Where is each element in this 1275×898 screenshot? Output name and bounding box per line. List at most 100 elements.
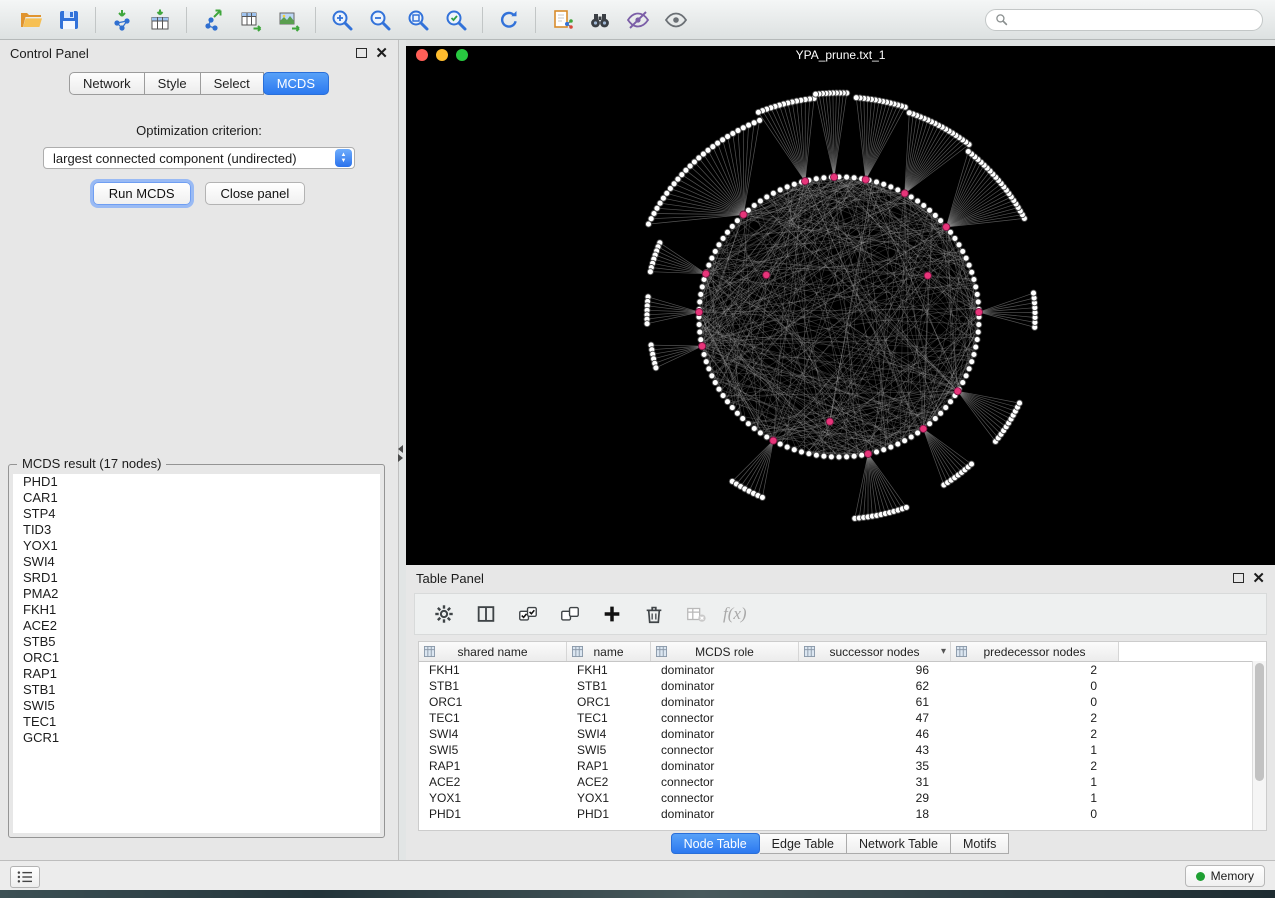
mcds-result-item[interactable]: TEC1 — [13, 714, 380, 730]
zoom-out-icon[interactable] — [361, 5, 399, 35]
dropdown-stepper-icon: ▲▼ — [335, 149, 352, 167]
table-row[interactable]: PHD1PHD1dominator180 — [419, 806, 1266, 822]
tab-network-table[interactable]: Network Table — [847, 833, 951, 854]
float-panel-icon[interactable] — [1233, 573, 1244, 583]
mcds-result-item[interactable]: STB5 — [13, 634, 380, 650]
tab-edge-table[interactable]: Edge Table — [760, 833, 847, 854]
tab-network[interactable]: Network — [69, 72, 145, 95]
zoom-fit-icon[interactable] — [399, 5, 437, 35]
mcds-result-item[interactable]: STP4 — [13, 506, 380, 522]
import-table-icon[interactable] — [141, 5, 179, 35]
select-all-icon[interactable] — [513, 600, 543, 628]
node-table-body: FKH1FKH1dominator962STB1STB1dominator620… — [419, 662, 1266, 822]
mcds-result-item[interactable]: YOX1 — [13, 538, 380, 554]
table-cell: 2 — [951, 759, 1119, 773]
mcds-result-list[interactable]: PHD1CAR1STP4TID3YOX1SWI4SRD1PMA2FKH1ACE2… — [13, 474, 380, 833]
table-row[interactable]: TEC1TEC1connector472 — [419, 710, 1266, 726]
memory-label: Memory — [1211, 869, 1254, 883]
mcds-result-item[interactable]: SWI5 — [13, 698, 380, 714]
close-panel-icon[interactable]: ✕ — [1252, 571, 1265, 586]
table-row[interactable]: STB1STB1dominator620 — [419, 678, 1266, 694]
column-header-MCDS-role[interactable]: MCDS role — [651, 642, 799, 661]
toolbar-separator — [315, 7, 316, 33]
close-panel-button[interactable]: Close panel — [205, 182, 306, 205]
table-cell: 31 — [799, 775, 951, 789]
clone-network-icon[interactable] — [543, 5, 581, 35]
table-row[interactable]: FKH1FKH1dominator962 — [419, 662, 1266, 678]
table-cell: TEC1 — [567, 711, 651, 725]
delete-icon[interactable] — [639, 600, 669, 628]
mcds-result-item[interactable]: RAP1 — [13, 666, 380, 682]
mcds-result-item[interactable]: FKH1 — [13, 602, 380, 618]
mcds-result-item[interactable]: SRD1 — [13, 570, 380, 586]
table-row[interactable]: SWI5SWI5connector431 — [419, 742, 1266, 758]
save-icon[interactable] — [50, 5, 88, 35]
control-panel-title: Control Panel — [10, 46, 89, 61]
find-icon[interactable] — [581, 5, 619, 35]
run-mcds-button[interactable]: Run MCDS — [93, 182, 191, 205]
mcds-result-item[interactable]: TID3 — [13, 522, 380, 538]
deselect-all-icon[interactable] — [555, 600, 585, 628]
export-image-icon[interactable] — [270, 5, 308, 35]
table-row[interactable]: SWI4SWI4dominator462 — [419, 726, 1266, 742]
table-cell: FKH1 — [419, 663, 567, 677]
table-cell: dominator — [651, 679, 799, 693]
zoom-in-icon[interactable] — [323, 5, 361, 35]
show-columns-icon[interactable] — [471, 600, 501, 628]
mcds-result-item[interactable]: CAR1 — [13, 490, 380, 506]
table-cell: connector — [651, 711, 799, 725]
add-icon[interactable] — [597, 600, 627, 628]
tab-motifs[interactable]: Motifs — [951, 833, 1009, 854]
mcds-result-item[interactable]: ACE2 — [13, 618, 380, 634]
table-cell: connector — [651, 775, 799, 789]
panel-resize-handle[interactable] — [398, 444, 407, 464]
apply-layout-icon[interactable] — [490, 5, 528, 35]
search-icon — [995, 13, 1008, 26]
network-canvas[interactable] — [406, 64, 1275, 565]
window-zoom-button[interactable] — [456, 49, 468, 61]
panel-menu-button[interactable] — [10, 866, 40, 888]
mcds-result-item[interactable]: STB1 — [13, 682, 380, 698]
window-close-button[interactable] — [416, 49, 428, 61]
import-network-icon[interactable] — [103, 5, 141, 35]
tab-style[interactable]: Style — [145, 72, 201, 95]
tab-mcds[interactable]: MCDS — [263, 72, 329, 95]
column-header-successor-nodes[interactable]: successor nodes▾ — [799, 642, 951, 661]
scrollbar-thumb[interactable] — [1255, 663, 1264, 781]
zoom-selected-icon[interactable] — [437, 5, 475, 35]
mcds-buttons: Run MCDS Close panel — [0, 182, 398, 205]
show-graphics-icon[interactable] — [657, 5, 695, 35]
mcds-result-item[interactable]: ORC1 — [13, 650, 380, 666]
table-row[interactable]: YOX1YOX1connector291 — [419, 790, 1266, 806]
window-minimize-button[interactable] — [436, 49, 448, 61]
column-attribute-icon — [424, 646, 435, 657]
search-field[interactable] — [985, 9, 1263, 31]
mcds-result-item[interactable]: PMA2 — [13, 586, 380, 602]
table-scrollbar[interactable] — [1252, 661, 1266, 830]
main-toolbar — [0, 0, 1275, 40]
tab-select[interactable]: Select — [201, 72, 264, 95]
tab-node-table[interactable]: Node Table — [671, 833, 760, 854]
column-header-shared-name[interactable]: shared name — [419, 642, 567, 661]
table-row[interactable]: RAP1RAP1dominator352 — [419, 758, 1266, 774]
float-panel-icon[interactable] — [356, 48, 367, 58]
column-header-predecessor-nodes[interactable]: predecessor nodes — [951, 642, 1119, 661]
analyzer-off-icon[interactable] — [619, 5, 657, 35]
search-input[interactable] — [1014, 11, 1253, 28]
close-panel-icon[interactable]: ✕ — [375, 46, 388, 61]
export-table-icon[interactable] — [232, 5, 270, 35]
mcds-result-item[interactable]: PHD1 — [13, 474, 380, 490]
toolbar-separator — [186, 7, 187, 33]
column-header-name[interactable]: name — [567, 642, 651, 661]
mcds-result-item[interactable]: GCR1 — [13, 730, 380, 746]
mcds-result-item[interactable]: SWI4 — [13, 554, 380, 570]
export-network-icon[interactable] — [194, 5, 232, 35]
network-view-window: YPA_prune.txt_1 — [406, 46, 1275, 565]
open-file-icon[interactable] — [12, 5, 50, 35]
table-row[interactable]: ORC1ORC1dominator610 — [419, 694, 1266, 710]
criterion-dropdown[interactable]: largest connected component (undirected)… — [43, 147, 355, 169]
memory-button[interactable]: Memory — [1185, 865, 1265, 887]
table-row[interactable]: ACE2ACE2connector311 — [419, 774, 1266, 790]
function-builder-icon: f(x) — [723, 604, 747, 624]
table-settings-icon[interactable] — [429, 600, 459, 628]
